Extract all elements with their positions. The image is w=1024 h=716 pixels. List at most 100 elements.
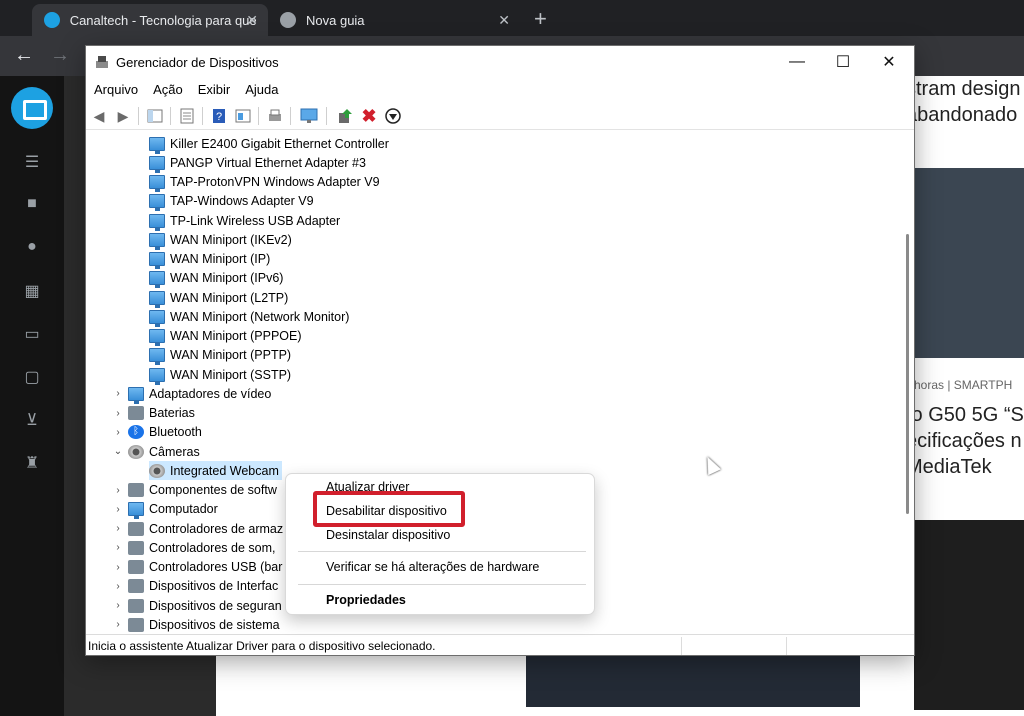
tree-row[interactable]: › ᛒ Bluetooth [112, 423, 202, 442]
update-driver-icon[interactable] [336, 107, 354, 125]
chevron-right-icon[interactable]: › [112, 562, 124, 573]
tree-row[interactable]: › Adaptadores de vídeo [112, 384, 271, 404]
tree-row[interactable]: Killer E2400 Gigabit Ethernet Controller [149, 134, 389, 154]
menu-item-scan-hardware[interactable]: Verificar se há alterações de hardware [326, 560, 539, 574]
tree-row[interactable]: › Componentes de softw [112, 481, 277, 500]
site-sidebar [0, 76, 64, 716]
menu-icon[interactable]: ☰ [22, 152, 42, 171]
menu-item-uninstall-device[interactable]: Desinstalar dispositivo [326, 528, 450, 542]
menu-exibir[interactable]: Exibir [190, 78, 238, 100]
article-title-line[interactable]: to G50 5G “S [906, 404, 1024, 427]
tree-row[interactable]: WAN Miniport (PPTP) [149, 346, 291, 366]
tree-row[interactable]: › Controladores de armaz [112, 519, 283, 538]
chevron-right-icon[interactable]: › [112, 542, 124, 553]
tree-row[interactable]: › Dispositivos de sistema [112, 615, 280, 632]
tab-nova-guia[interactable]: Nova guia ✕ [268, 4, 520, 36]
tree-row[interactable]: › Controladores de som, [112, 538, 275, 557]
chevron-right-icon[interactable]: › [112, 619, 124, 630]
back-arrow-icon[interactable]: ◀ [90, 107, 108, 125]
tv-icon[interactable]: ▢ [22, 367, 42, 386]
tree-row-label: Componentes de softw [149, 483, 277, 497]
disable-device-icon[interactable] [384, 107, 402, 125]
usb-icon [128, 560, 144, 574]
webcam-icon [149, 463, 165, 478]
chevron-down-icon[interactable]: ⌄ [112, 446, 124, 457]
mic-icon[interactable]: ● [22, 238, 42, 256]
menu-arquivo[interactable]: Arquivo [86, 78, 145, 100]
article-title-line[interactable]: ecificações n [906, 430, 1022, 453]
menu-separator [298, 551, 586, 552]
network-adapter-icon [149, 175, 165, 192]
tree-row-label: WAN Miniport (IPv6) [170, 271, 284, 286]
close-tab-icon[interactable]: ✕ [498, 12, 510, 29]
headline-line[interactable]: stram design [906, 78, 1021, 101]
camera-icon [128, 444, 144, 459]
tab-label: Nova guia [306, 12, 365, 28]
menu-ajuda[interactable]: Ajuda [237, 78, 285, 100]
tree-row[interactable]: › Dispositivos de seguran [112, 596, 282, 615]
chevron-right-icon[interactable]: › [112, 504, 124, 515]
chevron-right-icon[interactable]: › [112, 388, 124, 399]
title-bar[interactable]: Gerenciador de Dispositivos — ☐ ✕ [86, 46, 914, 78]
tree-row[interactable]: WAN Miniport (SSTP) [149, 365, 291, 385]
cart-icon[interactable]: ⊻ [22, 410, 42, 429]
maximize-button[interactable]: ☐ [820, 46, 866, 78]
network-adapter-icon [149, 309, 165, 327]
tree-row[interactable]: › Dispositivos de Interfac [112, 577, 278, 596]
tab-canaltech[interactable]: Canaltech - Tecnologia para quem ✕ [32, 4, 268, 36]
chevron-right-icon[interactable]: › [112, 485, 124, 496]
tree-row[interactable]: WAN Miniport (L2TP) [149, 288, 288, 308]
headline-line[interactable]: abandonado [906, 104, 1017, 127]
print-icon[interactable] [266, 107, 284, 125]
chevron-right-icon[interactable]: › [112, 427, 124, 438]
new-tab-button[interactable]: + [534, 6, 547, 32]
tree-row[interactable]: ⌄ Câmeras [112, 442, 200, 461]
tree-row[interactable]: WAN Miniport (IP) [149, 250, 270, 269]
trophy-icon[interactable]: ♜ [22, 453, 42, 472]
tree-row[interactable]: Integrated Webcam [149, 461, 282, 481]
scan-hardware-icon[interactable] [300, 107, 318, 125]
tree-row[interactable]: › Controladores USB (bar [112, 558, 282, 577]
close-button[interactable]: ✕ [866, 46, 912, 78]
vertical-scrollbar[interactable] [903, 134, 913, 632]
building-icon[interactable]: ▦ [22, 281, 42, 300]
chevron-right-icon[interactable]: › [112, 581, 124, 592]
tree-row[interactable]: › Baterias [112, 404, 195, 423]
tree-row[interactable]: TAP-ProtonVPN Windows Adapter V9 [149, 173, 380, 192]
article-image[interactable] [914, 520, 1024, 710]
tree-row[interactable]: WAN Miniport (Network Monitor) [149, 307, 349, 327]
tree-row[interactable]: WAN Miniport (IPv6) [149, 269, 284, 289]
tree-row-label: Bluetooth [149, 425, 202, 440]
uninstall-device-icon[interactable]: ✖ [360, 106, 378, 126]
show-hide-console-tree-icon[interactable] [146, 107, 164, 125]
tree-row[interactable]: › Computador [112, 500, 218, 520]
forward-arrow-icon[interactable]: ▶ [114, 107, 132, 125]
forward-button[interactable]: → [50, 44, 70, 67]
chevron-right-icon[interactable]: › [112, 600, 124, 611]
video-icon[interactable]: ■ [22, 195, 42, 213]
tree-row[interactable]: PANGP Virtual Ethernet Adapter #3 [149, 153, 366, 173]
article-title-line[interactable]: MediaTek [906, 456, 992, 479]
tree-row[interactable]: WAN Miniport (PPPOE) [149, 327, 302, 346]
article-image[interactable] [526, 655, 860, 707]
article-image[interactable] [914, 168, 1024, 358]
devices-icon[interactable]: ▭ [22, 324, 42, 343]
menu-acao[interactable]: Ação [145, 78, 190, 100]
chevron-right-icon[interactable]: › [112, 523, 124, 534]
tree-row-label: Dispositivos de seguran [149, 598, 282, 613]
tree-row-label: Baterias [149, 406, 195, 420]
scrollbar-thumb[interactable] [906, 234, 909, 514]
view-icon[interactable] [234, 107, 252, 125]
properties-icon[interactable] [178, 107, 196, 125]
canaltech-logo-icon[interactable] [11, 87, 53, 129]
display-adapter-icon [128, 386, 144, 404]
tree-row[interactable]: TP-Link Wireless USB Adapter [149, 211, 340, 231]
menu-item-properties[interactable]: Propriedades [326, 593, 406, 607]
chevron-right-icon[interactable]: › [112, 408, 124, 419]
back-button[interactable]: ← [14, 44, 34, 67]
close-tab-icon[interactable]: ✕ [246, 12, 258, 29]
tree-row[interactable]: WAN Miniport (IKEv2) [149, 230, 292, 250]
tree-row[interactable]: TAP-Windows Adapter V9 [149, 192, 314, 212]
minimize-button[interactable]: — [774, 46, 820, 78]
help-icon[interactable]: ? [210, 107, 228, 125]
